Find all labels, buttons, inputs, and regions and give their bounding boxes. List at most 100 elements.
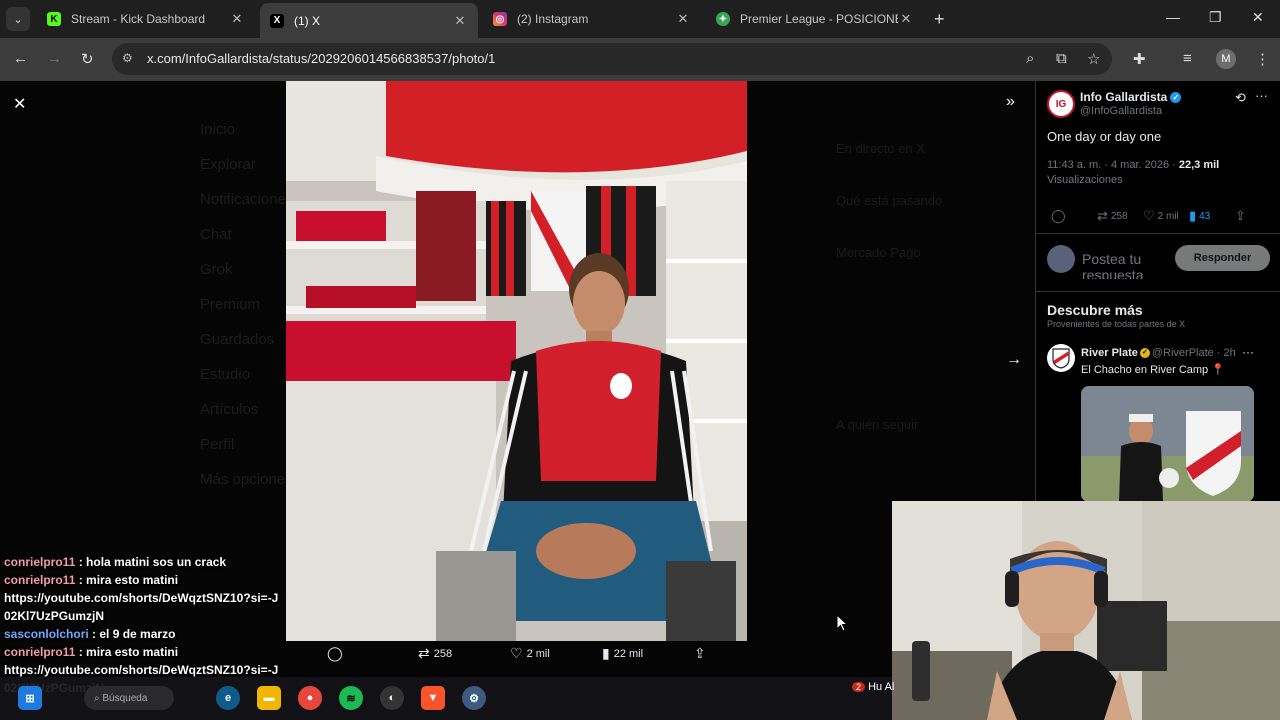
retweet-button[interactable]: ⇄ 258: [1097, 208, 1128, 224]
tab-instagram[interactable]: ◎ (2) Instagram ✕: [483, 4, 701, 34]
file-explorer-icon[interactable]: ▬: [257, 686, 281, 710]
tweet-view-count: 22,3 mil: [1178, 159, 1220, 171]
address-bar[interactable]: ⚙ x.com/InfoGallardista/status/202920601…: [112, 43, 1112, 75]
view-count: 22 mil: [613, 647, 644, 660]
windows-start-icon[interactable]: ⊞: [18, 686, 42, 710]
retweet-icon: ⇄: [1097, 208, 1108, 223]
menu-icon[interactable]: ⋮: [1255, 50, 1270, 68]
extensions-icon[interactable]: ✚: [1133, 50, 1146, 68]
maximize-icon[interactable]: ❐: [1209, 9, 1222, 26]
share-button[interactable]: ⇪: [1235, 208, 1246, 224]
chat-text: : mira esto matini: [75, 573, 179, 587]
nav-item: Explorar: [200, 156, 256, 173]
tab-x[interactable]: X (1) X ✕: [260, 3, 478, 38]
gold-verified-icon: ✓: [1139, 348, 1150, 359]
discover-post-text: El Chacho en River Camp 📍: [1081, 364, 1225, 376]
author-avatar[interactable]: IG: [1047, 90, 1075, 118]
post-more-icon[interactable]: ···: [1242, 345, 1254, 359]
taskbar-search[interactable]: ⌕ Búsqueda: [84, 686, 174, 710]
chat-message: conrielpro11 : hola matini sos un crack: [4, 553, 284, 571]
settings-icon[interactable]: ⚙: [462, 686, 486, 710]
retweet-button[interactable]: ⇄ 258: [418, 645, 452, 662]
nav-item: Artículos: [200, 401, 259, 418]
discover-post-author[interactable]: River Plate ✓ @RiverPlate · 2h: [1081, 347, 1236, 359]
edge-icon[interactable]: e: [216, 686, 240, 710]
nav-item: Más opciones: [200, 471, 293, 488]
system-tray[interactable]: 2 Hu Al: [852, 681, 894, 694]
tab-kick[interactable]: K Stream - Kick Dashboard ✕: [37, 4, 255, 34]
chat-username: conrielpro11: [4, 573, 76, 587]
discover-post-image[interactable]: [1081, 386, 1254, 502]
sidebar-heading: A quién seguir: [836, 417, 919, 432]
reply-button[interactable]: ◯: [1051, 208, 1066, 224]
share-button[interactable]: ⇪: [694, 645, 706, 662]
sidebar-heading: Mercado Pago: [836, 245, 921, 260]
install-icon[interactable]: ⧉: [1056, 50, 1067, 67]
next-photo-icon[interactable]: →: [1006, 351, 1022, 369]
divider: [1036, 291, 1280, 292]
more-options-icon[interactable]: ···: [1255, 88, 1268, 103]
tweet-header: IG Info Gallardista ✓ @InfoGallardista ⟲ …: [1047, 88, 1273, 124]
reply-submit-button[interactable]: Responder: [1175, 245, 1270, 271]
retweet-count: 258: [433, 647, 453, 660]
minimize-icon[interactable]: —: [1166, 9, 1180, 25]
spotify-icon[interactable]: ≋: [339, 686, 363, 710]
nav-item: Estudio: [200, 366, 251, 383]
river-plate-crest-icon: [1052, 348, 1070, 369]
author-name[interactable]: Info Gallardista ✓: [1080, 90, 1182, 104]
author-handle[interactable]: @InfoGallardista: [1080, 105, 1162, 117]
search-icon: ⌕: [94, 692, 103, 704]
like-count: 2 mil: [526, 647, 550, 660]
close-viewer-icon[interactable]: ✕: [13, 94, 26, 114]
chat-username: conrielpro11: [4, 645, 76, 659]
obs-icon[interactable]: ◐: [380, 686, 404, 710]
reload-icon[interactable]: ↻: [81, 50, 94, 68]
tab-search-button[interactable]: ⌄: [6, 7, 30, 31]
nav-item: Grok: [200, 261, 233, 278]
views-button[interactable]: ▮ 22 mil: [602, 645, 643, 662]
back-icon[interactable]: ←: [13, 50, 28, 67]
bookmark-star-icon[interactable]: ☆: [1087, 50, 1100, 68]
zoom-icon[interactable]: ⌕: [1026, 50, 1034, 67]
like-button[interactable]: ♡ 2 mil: [1143, 208, 1179, 224]
url-text[interactable]: x.com/InfoGallardista/status/20292060145…: [147, 51, 495, 66]
bookmark-button[interactable]: ▮ 43: [1189, 208, 1210, 224]
globe-icon: ✦: [716, 12, 730, 26]
forward-icon[interactable]: →: [47, 50, 62, 67]
close-tab-icon[interactable]: ✕: [898, 11, 914, 27]
tab-strip: ⌄ K Stream - Kick Dashboard ✕ X (1) X ✕ …: [0, 0, 1280, 38]
post-author-name: River Plate: [1081, 347, 1138, 359]
tab-title: (1) X: [294, 13, 321, 28]
x-icon: X: [270, 13, 284, 28]
close-window-icon[interactable]: ✕: [1252, 9, 1264, 26]
tweet-timestamp[interactable]: 11:43 a. m. · 4 mar. 2026 ·: [1047, 159, 1179, 171]
post-image-illustration: [1081, 386, 1254, 502]
river-plate-avatar[interactable]: [1047, 344, 1075, 372]
chat-message: conrielpro11 : mira esto matini: [4, 571, 284, 589]
tweet-text: One day or day one: [1047, 129, 1162, 144]
tab-title: Premier League - POSICIONES,: [740, 12, 898, 26]
dimmed-sidebar: En directo en X Qué está pasando Mercado…: [836, 141, 942, 469]
site-info-icon[interactable]: ⚙: [122, 51, 133, 65]
close-tab-icon[interactable]: ✕: [452, 13, 468, 29]
chrome-icon[interactable]: ●: [298, 686, 322, 710]
reply-button[interactable]: ◯: [327, 645, 347, 662]
new-tab-button[interactable]: +: [934, 9, 945, 30]
retweet-count: 258: [1110, 210, 1128, 222]
chat-username: sasconlolchori: [4, 627, 89, 641]
profile-avatar[interactable]: M: [1216, 49, 1236, 69]
brave-icon[interactable]: ▼: [421, 686, 445, 710]
sidebar-heading: En directo en X: [836, 141, 925, 156]
grok-icon[interactable]: ⟲: [1235, 90, 1246, 106]
tweet-photo[interactable]: [286, 81, 747, 641]
close-tab-icon[interactable]: ✕: [229, 11, 245, 27]
like-button[interactable]: ♡ 2 mil: [510, 645, 550, 662]
nav-item: Perfil: [200, 436, 235, 453]
tab-premier-league[interactable]: ✦ Premier League - POSICIONES, ✕: [706, 4, 924, 34]
chat-username: conrielpro11: [4, 555, 76, 569]
tweet-meta: 11:43 a. m. · 4 mar. 2026 · 22,3 mil Vis…: [1047, 158, 1267, 188]
close-tab-icon[interactable]: ✕: [675, 11, 691, 27]
media-control-icon[interactable]: ≡: [1183, 50, 1192, 67]
collapse-panel-icon[interactable]: »: [1006, 93, 1015, 111]
user-avatar: [1047, 245, 1075, 273]
